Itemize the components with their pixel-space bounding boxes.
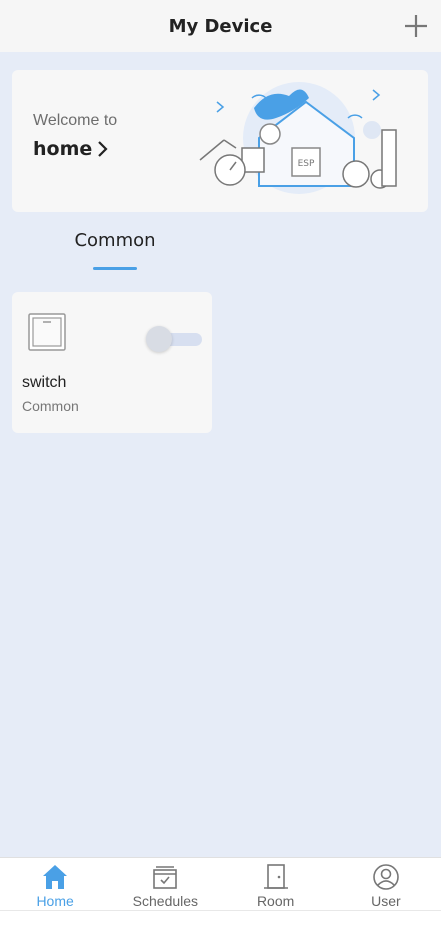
user-icon [373, 864, 399, 890]
plus-icon[interactable] [403, 13, 429, 39]
home-icon [43, 865, 68, 889]
nav-user[interactable]: User [331, 858, 441, 925]
nav-schedules[interactable]: Schedules [110, 858, 220, 925]
toggle-knob [146, 326, 172, 352]
page-title: My Device [168, 15, 273, 37]
welcome-text: Welcome to [33, 112, 118, 129]
calendar-check-icon [153, 866, 178, 889]
device-name: switch [22, 374, 67, 391]
power-toggle[interactable] [146, 325, 204, 353]
device-room: Common [22, 398, 79, 414]
nav-room-label: Room [256, 893, 295, 909]
nav-home[interactable]: Home [0, 858, 110, 925]
welcome-banner: Welcome to home ESP [12, 70, 428, 212]
nav-home-label: Home [36, 893, 74, 909]
nav-user-label: User [371, 893, 401, 909]
esp-chip-label: ESP [298, 159, 315, 169]
smart-home-illustration: ESP [199, 82, 397, 194]
door-icon [263, 864, 288, 889]
tab-indicator [93, 267, 137, 270]
nav-schedules-label: Schedules [132, 893, 199, 909]
top-bar: My Device [0, 0, 441, 52]
chevron-right-icon [98, 141, 108, 157]
home-name: home [33, 138, 93, 160]
switch-icon [28, 313, 66, 351]
nav-room[interactable]: Room [221, 858, 331, 925]
tab-label: Common [74, 230, 156, 251]
home-indicator-line [0, 910, 441, 911]
device-card[interactable]: switch Common [12, 292, 212, 433]
home-selector[interactable]: home [33, 138, 109, 160]
tab-common[interactable]: Common [60, 230, 170, 251]
bottom-nav: Home Schedules Room User [0, 857, 441, 925]
